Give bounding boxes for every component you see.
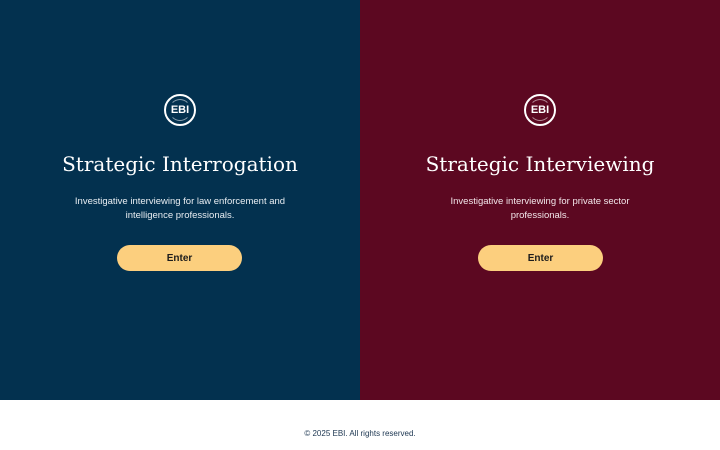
interviewing-panel: EBI Strategic Interviewing Investigative… bbox=[360, 0, 720, 400]
logo-text: EBI bbox=[530, 104, 550, 116]
ebi-logo-icon: EBI bbox=[164, 94, 196, 126]
interrogation-enter-button[interactable]: Enter bbox=[117, 245, 242, 271]
interviewing-title: Strategic Interviewing bbox=[425, 152, 655, 176]
logo-text: EBI bbox=[170, 104, 190, 116]
copyright-text: © 2025 EBI. All rights reserved. bbox=[304, 428, 416, 438]
interrogation-panel: EBI Strategic Interrogation Investigativ… bbox=[0, 0, 360, 400]
interviewing-description: Investigative interviewing for private s… bbox=[450, 196, 630, 221]
interrogation-description: Investigative interviewing for law enfor… bbox=[74, 196, 286, 221]
ebi-logo-icon: EBI bbox=[524, 94, 556, 126]
interviewing-enter-button[interactable]: Enter bbox=[478, 245, 603, 271]
footer: © 2025 EBI. All rights reserved. bbox=[0, 400, 720, 450]
interrogation-title: Strategic Interrogation bbox=[62, 152, 298, 176]
split-landing: EBI Strategic Interrogation Investigativ… bbox=[0, 0, 720, 400]
